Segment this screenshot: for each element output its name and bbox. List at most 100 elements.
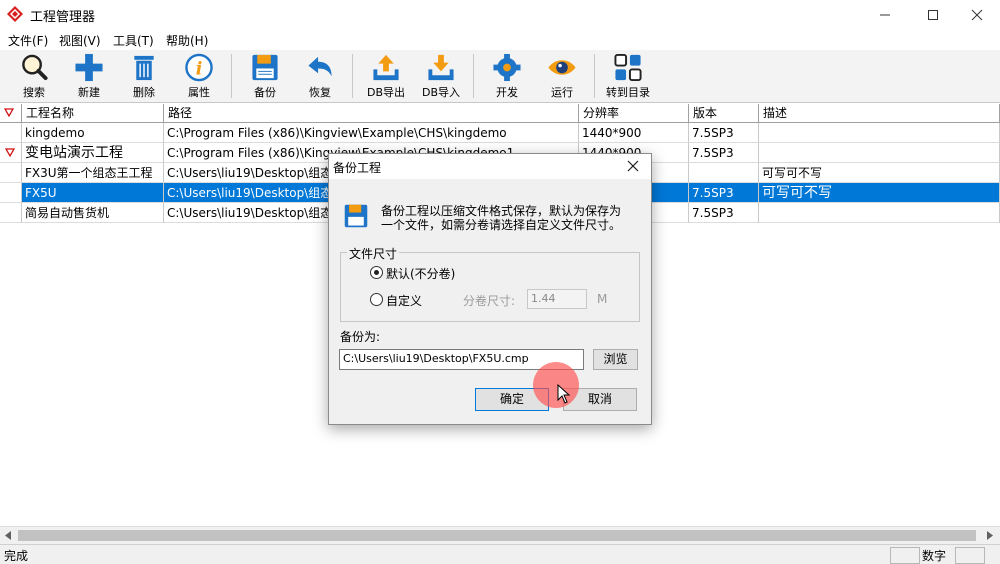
dialog-close-icon[interactable] — [627, 160, 639, 172]
backup-button[interactable]: 备份 — [238, 52, 292, 100]
description-cell — [759, 143, 1000, 163]
delete-label: 删除 — [133, 86, 155, 99]
menu-help[interactable]: 帮助(H) — [166, 32, 208, 49]
toolbar-separator — [594, 54, 595, 98]
project-name-cell: kingdemo — [22, 123, 164, 143]
properties-label: 属性 — [188, 86, 210, 99]
goto-folder-button[interactable]: 转到目录 — [601, 52, 655, 100]
eye-icon — [548, 60, 576, 75]
browse-button[interactable]: 浏览 — [593, 349, 638, 370]
default-radio[interactable] — [370, 266, 383, 279]
mouse-cursor-icon — [557, 384, 571, 404]
status-bar: 完成 数字 — [0, 544, 1000, 564]
floppy-icon — [252, 54, 278, 81]
default-option-label: 默认(不分卷) — [386, 267, 456, 281]
custom-option-label: 自定义 — [386, 294, 423, 308]
file-size-group-title: 文件尺寸 — [347, 245, 400, 262]
gear-icon — [493, 53, 521, 82]
develop-button[interactable]: 开发 — [480, 52, 534, 100]
header-version[interactable]: 版本 — [689, 104, 759, 123]
dialog-message-line2: 一个文件，如需分卷请选择自定义文件尺寸。 — [381, 218, 622, 232]
info-icon: i — [185, 53, 213, 82]
project-name-cell: 变电站演示工程 — [22, 143, 164, 163]
window-title: 工程管理器 — [30, 10, 96, 25]
run-button[interactable]: 运行 — [535, 52, 589, 100]
split-size-label: 分卷尺寸: — [463, 294, 516, 308]
project-name-cell: FX5U — [22, 183, 164, 203]
custom-radio[interactable] — [370, 293, 383, 306]
delete-button[interactable]: 删除 — [117, 52, 171, 100]
maximize-button[interactable] — [910, 0, 956, 30]
menu-file[interactable]: 文件(F) — [8, 32, 48, 49]
status-pane — [955, 547, 985, 564]
row-flag-cell — [0, 203, 22, 223]
filter-triangle-icon — [3, 108, 15, 118]
minimize-button[interactable] — [862, 0, 908, 30]
toolbar-separator — [352, 54, 353, 98]
undo-icon — [308, 56, 332, 77]
header-path[interactable]: 路径 — [164, 104, 579, 123]
close-icon — [971, 9, 983, 21]
menu-tools[interactable]: 工具(T) — [113, 32, 154, 49]
split-size-input[interactable]: 1.44 — [527, 289, 587, 309]
maximize-icon — [928, 10, 938, 20]
scrollbar-thumb[interactable] — [18, 530, 976, 541]
run-label: 运行 — [551, 86, 573, 99]
description-cell: 可写可不写 — [759, 163, 1000, 183]
version-cell — [689, 163, 759, 183]
db-import-button[interactable]: DB导入 — [414, 52, 468, 100]
app-logo-icon — [7, 6, 23, 22]
search-button[interactable]: 搜索 — [7, 52, 61, 100]
table-row[interactable]: kingdemo C:\Program Files (x86)\Kingview… — [0, 123, 1000, 143]
description-cell: 可写可不写 — [759, 183, 1000, 203]
properties-button[interactable]: i 属性 — [172, 52, 226, 100]
db-export-label: DB导出 — [366, 86, 406, 99]
version-cell: 7.5SP3 — [689, 143, 759, 163]
minimize-icon — [880, 14, 890, 16]
resolution-cell: 1440*900 — [579, 123, 689, 143]
split-unit-label: M — [597, 292, 608, 306]
row-flag-cell — [0, 163, 22, 183]
search-icon — [22, 54, 48, 81]
header-project-name[interactable]: 工程名称 — [22, 104, 164, 123]
path-cell: C:\Program Files (x86)\Kingview\Example\… — [164, 123, 579, 143]
toolbar-separator — [473, 54, 474, 98]
save-as-label: 备份为: — [340, 330, 381, 344]
header-description[interactable]: 描述 — [759, 104, 1000, 123]
horizontal-scrollbar[interactable] — [0, 526, 1000, 544]
menu-view[interactable]: 视图(V) — [59, 32, 101, 49]
search-label: 搜索 — [23, 86, 45, 99]
file-size-group — [340, 252, 640, 322]
title-bar: 工程管理器 — [0, 0, 1000, 30]
row-flag-cell — [0, 123, 22, 143]
develop-label: 开发 — [496, 86, 518, 99]
header-resolution[interactable]: 分辨率 — [579, 104, 689, 123]
numlock-indicator: 数字 — [922, 549, 947, 563]
status-text: 完成 — [4, 549, 29, 563]
goto-folder-label: 转到目录 — [606, 86, 650, 99]
db-import-label: DB导入 — [421, 86, 461, 99]
restore-label: 恢复 — [309, 86, 331, 99]
restore-button[interactable]: 恢复 — [293, 52, 347, 100]
project-name-cell: FX3U第一个组态王工程 — [22, 163, 164, 183]
scroll-right-icon[interactable] — [986, 531, 994, 540]
toolbar-separator — [231, 54, 232, 98]
backup-dialog: 备份工程 备份工程以压缩文件格式保存，默认为保存为 一个文件，如需分卷请选择自定… — [328, 153, 652, 425]
click-highlight — [533, 362, 579, 408]
dialog-title-bar: 备份工程 — [329, 154, 651, 179]
version-cell: 7.5SP3 — [689, 183, 759, 203]
project-name-cell: 简易自动售货机 — [22, 203, 164, 223]
description-cell — [759, 203, 1000, 223]
description-cell — [759, 123, 1000, 143]
scroll-left-icon[interactable] — [4, 531, 12, 540]
new-button[interactable]: 新建 — [62, 52, 116, 100]
backup-label: 备份 — [254, 86, 276, 99]
svg-text:i: i — [196, 59, 203, 79]
close-button[interactable] — [954, 0, 1000, 30]
db-export-button[interactable]: DB导出 — [359, 52, 413, 100]
trash-icon — [134, 55, 154, 81]
header-flag-column[interactable] — [0, 104, 22, 123]
row-flag-cell — [0, 143, 22, 163]
dialog-title: 备份工程 — [333, 161, 382, 175]
floppy-icon — [344, 204, 368, 228]
